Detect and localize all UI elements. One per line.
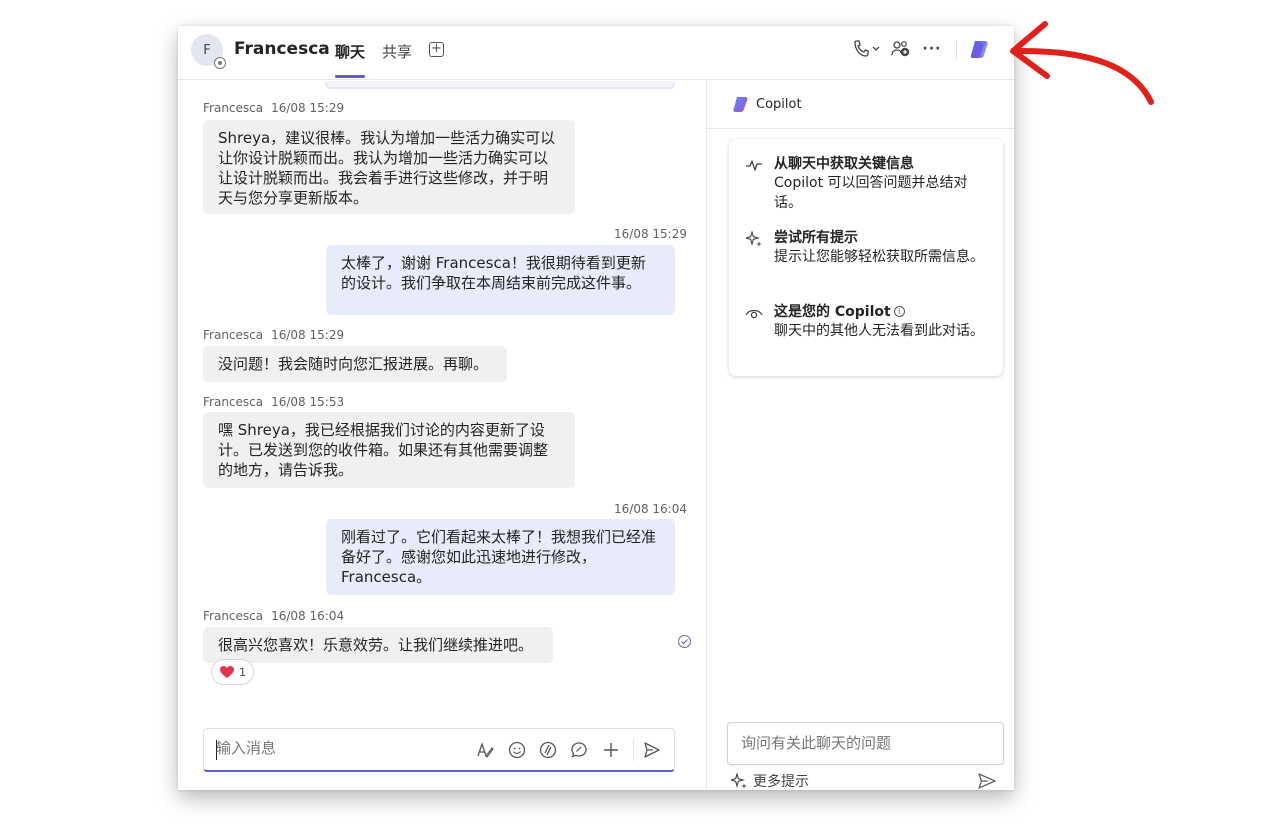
chat-area: Francesca 16/08 15:29 Shreya，建议很棒。我认为增加一些… (178, 81, 706, 790)
message-time: 16/08 15:53 (271, 395, 345, 409)
emoji-icon (508, 741, 526, 759)
loop-button[interactable] (538, 740, 558, 760)
copilot-header: Copilot (707, 81, 1014, 129)
emoji-button[interactable] (507, 740, 527, 760)
feature-title: 从聊天中获取关键信息 (774, 156, 914, 172)
copilot-prompt-input[interactable] (741, 734, 991, 752)
read-receipt-icon (678, 635, 691, 648)
tab-chat[interactable]: 聊天 (335, 41, 365, 62)
people-icon (891, 41, 910, 57)
message-bubble[interactable]: 嘿 Shreya，我已经根据我们讨论的内容更新了设计。已发送到您的收件箱。如果还… (203, 412, 575, 488)
avatar[interactable]: F (191, 34, 226, 69)
message-sender: Francesca (203, 328, 264, 342)
annotation-arrow-icon (1010, 21, 1154, 105)
feature-title-text: 这是您的 Copilot (774, 304, 891, 320)
message-sender: Francesca (203, 395, 264, 409)
plus-icon (604, 743, 618, 757)
contact-name[interactable]: Francesca (234, 39, 330, 59)
people-button[interactable] (890, 39, 912, 59)
more-prompts-label: 更多提示 (753, 774, 809, 790)
message-composer (203, 728, 675, 772)
message-meta: Francesca 16/08 15:29 (203, 101, 344, 115)
heart-icon (220, 666, 234, 678)
message-sender: Francesca (203, 609, 264, 623)
message-time: 16/08 15:29 (614, 227, 687, 241)
message-sender: Francesca (203, 101, 264, 115)
message-time: 16/08 16:04 (271, 609, 345, 623)
phone-icon (854, 40, 880, 57)
compose-chat-button[interactable] (569, 740, 589, 760)
copilot-icon (970, 41, 988, 58)
header-divider (956, 40, 957, 60)
message-bubble[interactable]: 很高兴您喜欢！乐意效劳。让我们继续推进吧。 (203, 627, 553, 663)
tab-shared[interactable]: 共享 (382, 41, 412, 62)
copilot-send-icon[interactable] (977, 772, 997, 790)
add-tab-button[interactable]: + (429, 42, 444, 57)
message-bubble[interactable]: 没问题！我会随时向您汇报进展。再聊。 (203, 346, 507, 382)
chat-header: F Francesca 聊天 共享 + ··· (178, 26, 1014, 80)
feature-description: 聊天中的其他人无法看到此对话。 (774, 323, 984, 339)
message-time: 16/08 15:29 (271, 328, 345, 342)
message-time: 16/08 15:29 (271, 101, 345, 115)
message-input[interactable] (216, 739, 456, 757)
reaction-count: 1 (239, 665, 246, 679)
avatar-initial: F (203, 42, 211, 58)
pulse-icon (745, 157, 763, 173)
message-bubble[interactable]: 太棒了，谢谢 Francesca！我很期待看到更新的设计。我们争取在本周结束前完… (326, 245, 675, 315)
eye-icon (745, 305, 763, 321)
reaction-badge[interactable]: 1 (211, 659, 254, 685)
send-button[interactable] (642, 740, 662, 760)
info-icon[interactable]: i (893, 306, 905, 317)
sparkle-icon (745, 231, 763, 247)
format-icon (477, 741, 494, 758)
copilot-logo-icon (733, 97, 748, 112)
feature-title: 尝试所有提示 (774, 230, 858, 246)
message-meta: Francesca 16/08 15:29 (203, 328, 344, 342)
copilot-intro-card: 从聊天中获取关键信息 Copilot 可以回答问题并总结对话。 尝试所有提示 提… (729, 139, 1003, 376)
message-meta: Francesca 16/08 15:53 (203, 395, 344, 409)
copilot-title: Copilot (756, 97, 802, 112)
teams-window: F Francesca 聊天 共享 + ··· Francesca 16/08 … (178, 26, 1014, 790)
message-bubble[interactable]: 刚看过了。它们看起来太棒了！我想我们已经准备好了。感谢您如此迅速地进行修改，Fr… (326, 519, 675, 595)
sparkle-icon (731, 773, 747, 789)
more-prompts-button[interactable]: 更多提示 (731, 771, 809, 790)
feature-title: 这是您的 Copilot i (774, 301, 905, 321)
format-button[interactable] (475, 740, 495, 760)
active-tab-indicator (335, 75, 365, 78)
loop-icon (539, 741, 557, 759)
message-time: 16/08 16:04 (614, 502, 687, 516)
call-button[interactable] (852, 39, 882, 59)
copilot-button[interactable] (968, 38, 990, 60)
attach-button[interactable] (601, 740, 621, 760)
feature-description: Copilot 可以回答问题并总结对话。 (774, 175, 968, 211)
composer-divider (633, 739, 634, 761)
copilot-pane: Copilot 从聊天中获取关键信息 Copilot 可以回答问题并总结对话。 … (706, 81, 1014, 790)
previous-message-edge (325, 81, 675, 89)
chat-bubble-icon (571, 742, 587, 758)
message-bubble[interactable]: Shreya，建议很棒。我认为增加一些活力确实可以让你设计脱颖而出。我认为增加一… (203, 120, 575, 214)
feature-description: 提示让您能够轻松获取所需信息。 (774, 249, 984, 265)
message-meta: Francesca 16/08 16:04 (203, 609, 344, 623)
more-options-button[interactable]: ··· (921, 39, 943, 59)
presence-status-icon (214, 57, 226, 69)
copilot-prompt-box (727, 722, 1004, 765)
send-icon (644, 742, 660, 758)
